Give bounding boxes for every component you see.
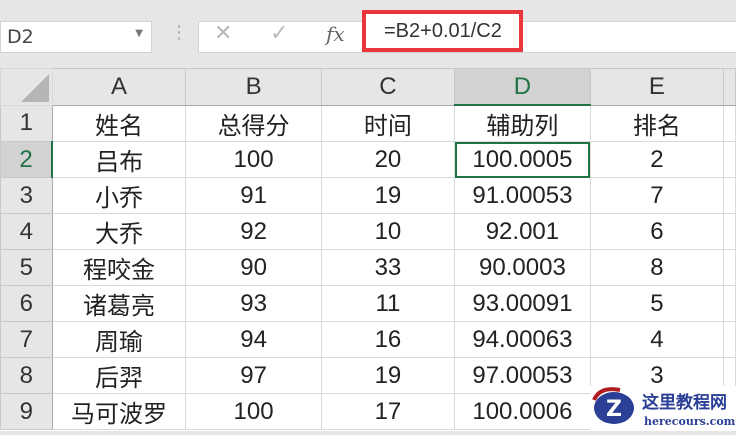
cell-e2[interactable]: 2 [589,141,725,178]
cancel-icon[interactable]: ✕ [214,21,232,46]
cell-c3[interactable]: 19 [320,177,456,214]
column-header-b[interactable]: B [185,68,322,106]
cell-d2[interactable]: 100.0005 [454,141,591,178]
cell-c4[interactable]: 10 [320,213,456,250]
cell-d5[interactable]: 90.0003 [454,249,591,286]
cell-b6[interactable]: 93 [185,285,322,322]
cell-e3[interactable]: 7 [589,177,725,214]
cell-c6[interactable]: 11 [320,285,456,322]
cell-b4[interactable]: 92 [185,213,322,250]
cell-b7[interactable]: 94 [185,321,322,358]
cell-a9[interactable]: 马可波罗 [51,393,187,430]
table-row: 7 周瑜 94 16 94.00063 4 [0,321,736,358]
svg-text:herecours.com: herecours.com [644,415,736,428]
cell-f2[interactable] [723,141,736,178]
cell-e4[interactable]: 6 [589,213,725,250]
cell-d3[interactable]: 91.00053 [454,177,591,214]
logo-icon: Z 这里教程网 herecours.com [592,387,736,428]
cell-b2[interactable]: 100 [185,141,322,178]
cell-e5[interactable]: 8 [589,249,725,286]
cell-b8[interactable]: 97 [185,357,322,394]
cell-f5[interactable] [723,249,736,286]
column-header-e[interactable]: E [589,68,725,106]
name-box[interactable]: D2 ▼ [0,21,152,53]
cell-c9[interactable]: 17 [320,393,456,430]
row-header[interactable]: 1 [0,104,53,142]
table-row: 3 小乔 91 19 91.00053 7 [0,177,736,214]
cell-c2[interactable]: 20 [320,141,456,178]
cell-d8[interactable]: 97.00053 [454,357,591,394]
chevron-down-icon[interactable]: ▼ [135,28,143,39]
row-header[interactable]: 5 [0,249,53,286]
cell-a7[interactable]: 周瑜 [51,321,187,358]
cell-b3[interactable]: 91 [185,177,322,214]
table-row: 5 程咬金 90 33 90.0003 8 [0,249,736,286]
cell-a6[interactable]: 诸葛亮 [51,285,187,322]
confirm-icon[interactable]: ✓ [270,21,288,46]
row-header[interactable]: 3 [0,177,53,214]
cell-c5[interactable]: 33 [320,249,456,286]
cell-e7[interactable]: 4 [589,321,725,358]
cell-c1[interactable]: 时间 [320,104,456,142]
cell-a5[interactable]: 程咬金 [51,249,187,286]
cell-d7[interactable]: 94.00063 [454,321,591,358]
cell-c7[interactable]: 16 [320,321,456,358]
cell-c8[interactable]: 19 [320,357,456,394]
column-header-a[interactable]: A [51,68,187,106]
insert-function-icon[interactable]: fx [326,22,345,46]
cell-e6[interactable]: 5 [589,285,725,322]
table-row: 2 吕布 100 20 100.0005 2 [0,141,736,178]
drag-handle-icon[interactable]: ⋮ [170,22,188,43]
svg-text:这里教程网: 这里教程网 [642,392,727,413]
svg-text:Z: Z [606,397,622,422]
table-row: 1 姓名 总得分 时间 辅助列 排名 [0,104,736,142]
cell-a2[interactable]: 吕布 [51,141,187,178]
cell-f4[interactable] [723,213,736,250]
table-row: 6 诸葛亮 93 11 93.00091 5 [0,285,736,322]
cell-a4[interactable]: 大乔 [51,213,187,250]
cell-e1[interactable]: 排名 [589,104,725,142]
cell-a8[interactable]: 后羿 [51,357,187,394]
formula-input[interactable]: =B2+0.01/C2 [362,10,523,52]
cell-d6[interactable]: 93.00091 [454,285,591,322]
row-header[interactable]: 7 [0,321,53,358]
cell-f7[interactable] [723,321,736,358]
row-header[interactable]: 9 [0,393,53,430]
cell-d1[interactable]: 辅助列 [454,104,591,142]
cell-b5[interactable]: 90 [185,249,322,286]
row-header[interactable]: 6 [0,285,53,322]
cell-d9[interactable]: 100.0006 [454,393,591,430]
row-header[interactable]: 4 [0,213,53,250]
cell-a3[interactable]: 小乔 [51,177,187,214]
row-header[interactable]: 8 [0,357,53,394]
table-row: 4 大乔 92 10 92.001 6 [0,213,736,250]
select-all-button[interactable] [0,68,53,106]
cell-f6[interactable] [723,285,736,322]
column-header-d[interactable]: D [454,68,591,106]
cell-b9[interactable]: 100 [185,393,322,430]
cell-b1[interactable]: 总得分 [185,104,322,142]
cell-a1[interactable]: 姓名 [51,104,187,142]
column-header-f[interactable] [723,68,736,106]
cell-f1[interactable] [723,104,736,142]
cell-f3[interactable] [723,177,736,214]
spreadsheet-grid[interactable]: A B C D E 1 姓名 总得分 时间 辅助列 排名 2 吕布 100 20 100.0005 2… [0,68,736,431]
watermark-logo: Z 这里教程网 herecours.com [590,386,736,431]
row-header[interactable]: 2 [0,141,54,178]
name-box-value: D2 [7,26,34,48]
column-header-c[interactable]: C [320,68,456,106]
cell-d4[interactable]: 92.001 [454,213,591,250]
